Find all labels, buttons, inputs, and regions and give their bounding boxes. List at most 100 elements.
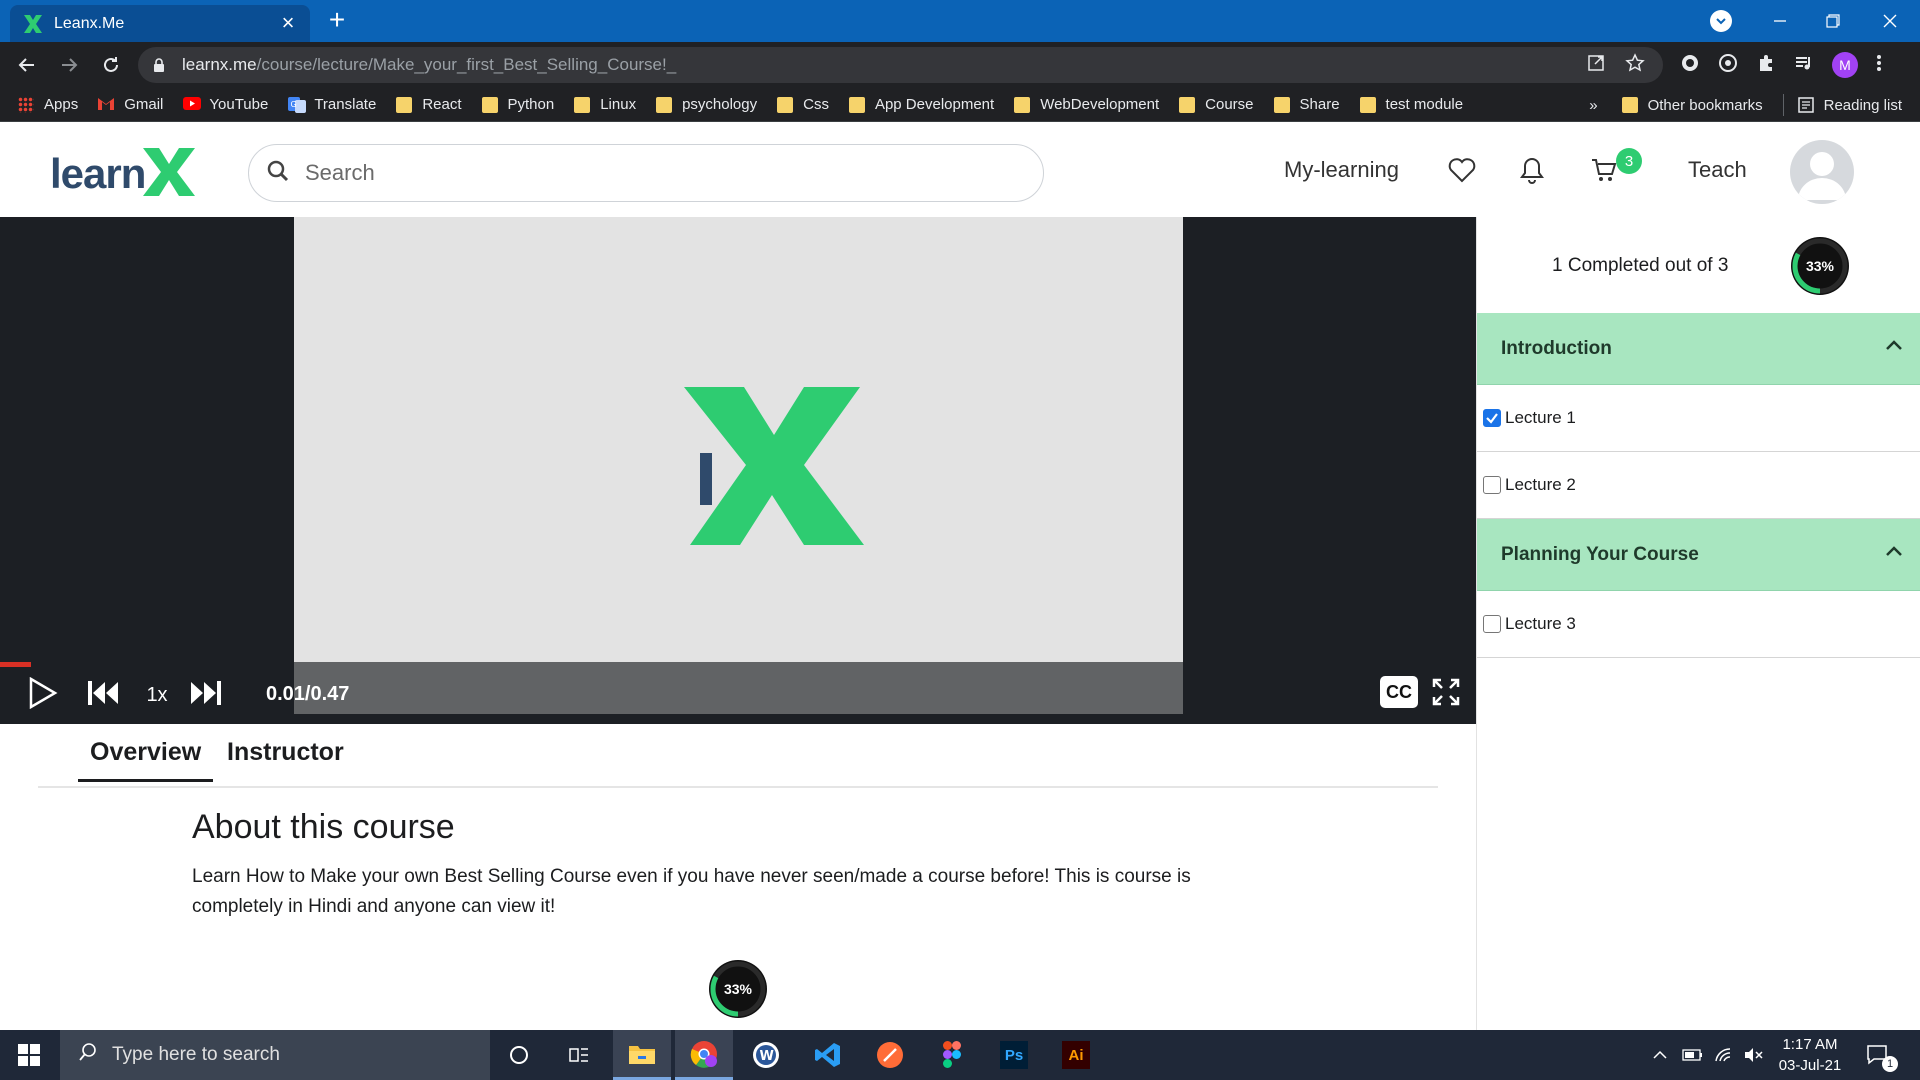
chevron-up-icon[interactable] xyxy=(1885,541,1903,563)
nav-my-learning[interactable]: My-learning xyxy=(1284,122,1399,217)
illustrator-label: Ai xyxy=(1062,1041,1090,1069)
minimize-icon[interactable] xyxy=(1760,0,1800,42)
address-bar[interactable]: learnx.me /course/lecture/Make_your_firs… xyxy=(138,47,1663,83)
photoshop-icon[interactable]: Ps xyxy=(985,1030,1043,1080)
battery-icon[interactable] xyxy=(1682,1030,1704,1080)
task-view-icon[interactable] xyxy=(550,1030,608,1080)
lecture-checkbox-checked[interactable] xyxy=(1483,409,1501,427)
tab-close-icon[interactable]: × xyxy=(278,11,298,34)
bookmark-folder-psychology[interactable]: psychology xyxy=(656,96,757,113)
tray-chevron-up-icon[interactable] xyxy=(1652,1030,1668,1080)
chrome-icon[interactable] xyxy=(675,1030,733,1080)
cart-count-badge: 3 xyxy=(1616,148,1642,174)
lecture-checkbox[interactable] xyxy=(1483,615,1501,633)
bookmark-translate[interactable]: G Translate xyxy=(288,96,376,113)
wishlist-heart-icon[interactable] xyxy=(1448,122,1476,217)
back-arrow-icon[interactable] xyxy=(12,50,42,80)
learnx-logo[interactable]: learn xyxy=(50,146,197,202)
bookmark-star-icon[interactable] xyxy=(1625,52,1645,78)
taskbar-search[interactable]: Type here to search xyxy=(60,1030,490,1080)
bookmark-folder-course[interactable]: Course xyxy=(1179,96,1254,113)
vscode-icon[interactable] xyxy=(799,1030,857,1080)
progress-bar[interactable] xyxy=(0,662,1476,667)
playback-speed-button[interactable]: 1x xyxy=(142,680,172,710)
postman-icon[interactable] xyxy=(861,1030,919,1080)
bookmark-folder-css[interactable]: Css xyxy=(777,96,829,113)
captions-button[interactable]: CC xyxy=(1380,676,1418,708)
play-icon[interactable] xyxy=(26,676,60,710)
open-in-app-icon[interactable] xyxy=(1587,54,1605,77)
learnx-video-logo-icon xyxy=(684,387,864,552)
nav-teach[interactable]: Teach xyxy=(1688,122,1747,217)
extensions-puzzle-icon[interactable] xyxy=(1756,53,1776,78)
bookmark-youtube[interactable]: YouTube xyxy=(183,96,268,113)
bookmark-label: React xyxy=(422,96,462,113)
bookmark-folder-app-development[interactable]: App Development xyxy=(848,96,994,113)
notification-center-icon[interactable]: 1 xyxy=(1866,1030,1898,1080)
lock-icon[interactable] xyxy=(152,58,166,72)
bookmark-folder-linux[interactable]: Linux xyxy=(574,96,636,113)
logo-x-icon xyxy=(141,144,197,205)
file-explorer-icon[interactable] xyxy=(613,1030,671,1080)
cortana-icon[interactable] xyxy=(490,1030,548,1080)
forward-arrow-icon[interactable] xyxy=(54,50,84,80)
bookmark-label: Translate xyxy=(314,96,377,113)
skip-back-icon[interactable] xyxy=(86,676,120,710)
word-icon[interactable]: W xyxy=(737,1030,795,1080)
illustrator-icon[interactable]: Ai xyxy=(1047,1030,1105,1080)
tab-instructor[interactable]: Instructor xyxy=(227,738,344,767)
search-bar[interactable] xyxy=(248,144,1044,202)
reading-list[interactable]: Reading list xyxy=(1797,97,1902,114)
browser-toolbar: learnx.me /course/lecture/Make_your_firs… xyxy=(0,42,1920,88)
new-tab-button[interactable]: + xyxy=(324,6,350,34)
folder-icon xyxy=(848,96,865,113)
bookmarks-overflow-button[interactable]: » xyxy=(1589,97,1597,114)
lecture-item[interactable]: Lecture 1 xyxy=(1477,385,1920,452)
bookmark-folder-react[interactable]: React xyxy=(396,96,462,113)
browser-tab[interactable]: Leanx.Me × xyxy=(10,5,310,42)
skip-forward-icon[interactable] xyxy=(188,676,224,710)
search-input[interactable] xyxy=(305,160,985,186)
lecture-item[interactable]: Lecture 2 xyxy=(1477,452,1920,519)
logo-text: learn xyxy=(50,150,146,197)
taskbar-clock[interactable]: 1:17 AM 03-Jul-21 xyxy=(1760,1034,1860,1076)
search-icon xyxy=(78,1042,98,1068)
course-tabs: Overview Instructor xyxy=(38,724,1438,788)
bookmark-apps[interactable]: Apps xyxy=(18,96,78,113)
media-control-icon[interactable] xyxy=(1794,53,1814,78)
profile-avatar[interactable]: M xyxy=(1832,52,1858,78)
bookmark-folder-python[interactable]: Python xyxy=(481,96,554,113)
figma-icon[interactable] xyxy=(923,1030,981,1080)
section-planning-your-course[interactable]: Planning Your Course xyxy=(1477,519,1920,591)
reload-icon[interactable] xyxy=(96,50,126,80)
fullscreen-icon[interactable] xyxy=(1430,676,1462,708)
chevron-up-icon[interactable] xyxy=(1885,335,1903,357)
notification-bell-icon[interactable] xyxy=(1520,122,1544,217)
video-player[interactable]: 1x 0.01/0.47 CC xyxy=(0,217,1476,724)
bookmark-folder-webdevelopment[interactable]: WebDevelopment xyxy=(1014,96,1159,113)
windows-start-icon[interactable] xyxy=(0,1030,58,1080)
lecture-checkbox[interactable] xyxy=(1483,476,1501,494)
bookmark-label: Apps xyxy=(44,96,79,113)
close-window-icon[interactable] xyxy=(1870,0,1910,42)
wifi-icon[interactable] xyxy=(1714,1030,1734,1080)
extension-target-icon[interactable] xyxy=(1718,53,1738,78)
extension-icon[interactable] xyxy=(1680,53,1700,78)
other-bookmarks[interactable]: Other bookmarks xyxy=(1621,97,1763,114)
chrome-menu-icon[interactable] xyxy=(1876,53,1882,78)
tab-search-icon[interactable] xyxy=(1710,10,1732,32)
video-frame[interactable] xyxy=(294,217,1183,662)
restore-icon[interactable] xyxy=(1813,0,1853,42)
folder-icon xyxy=(396,96,413,113)
bookmark-folder-test-module[interactable]: test module xyxy=(1359,96,1463,113)
bookmark-gmail[interactable]: Gmail xyxy=(98,96,163,113)
section-introduction[interactable]: Introduction xyxy=(1477,313,1920,385)
lecture-item[interactable]: Lecture 3 xyxy=(1477,591,1920,658)
tab-overview[interactable]: Overview xyxy=(78,738,214,782)
bookmark-label: Share xyxy=(1299,96,1340,113)
folder-icon xyxy=(1621,97,1638,113)
bookmark-folder-share[interactable]: Share xyxy=(1273,96,1340,113)
cart-icon[interactable] xyxy=(1590,122,1618,217)
user-avatar[interactable] xyxy=(1790,140,1854,204)
about-description: Learn How to Make your own Best Selling … xyxy=(192,866,1191,917)
